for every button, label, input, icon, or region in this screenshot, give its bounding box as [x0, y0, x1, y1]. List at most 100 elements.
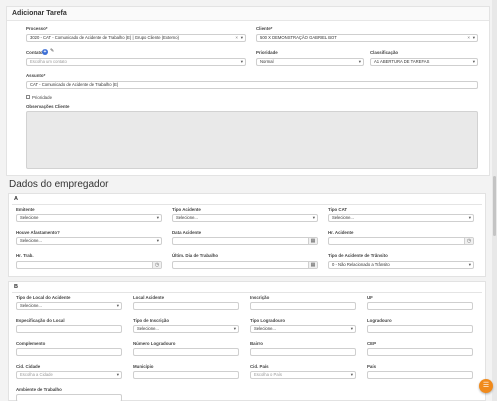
municipio-input[interactable] [133, 371, 239, 379]
logradouro-label: Logradouro [367, 318, 392, 323]
tipo-logradouro-select[interactable]: Selecione... ▾ [250, 325, 356, 333]
clear-icon[interactable]: × [235, 35, 238, 41]
tipo-cat-select[interactable]: Selecione... ▾ [328, 214, 474, 222]
calendar-icon[interactable]: ▦ [308, 262, 317, 268]
tipo-acidente-value: Selecione... [176, 215, 198, 220]
chevron-down-icon: ▾ [358, 59, 361, 64]
hr-acidente-label: Hr. Acidente [328, 230, 354, 235]
cid-pais-label: Cid. País [250, 364, 269, 369]
add-contact-icon[interactable]: + [42, 49, 48, 55]
classificacao-label: Classificação [370, 50, 399, 55]
ambiente-input[interactable] [16, 394, 122, 401]
ultim-dia-input[interactable]: ▦ [172, 261, 318, 269]
assunto-value: CAT - Comunicado de Acidente de Trabalho… [30, 82, 119, 87]
tipo-local-value: Selecione... [20, 303, 42, 308]
uf-input[interactable] [367, 302, 473, 310]
cliente-label: Cliente* [256, 26, 273, 31]
chevron-down-icon: ▾ [468, 215, 471, 220]
contato-placeholder: Escolha um contato [30, 59, 67, 64]
observacoes-label: Observações Cliente [26, 104, 70, 109]
prioridade-checkbox[interactable] [26, 95, 30, 99]
tipo-inscricao-value: Selecione... [137, 326, 159, 331]
cliente-select[interactable]: 500 X DEMONSTRAÇÃO GABRIEL BOT × ▾ [256, 34, 478, 42]
prioridade-value: Normal [260, 59, 274, 64]
cep-input[interactable] [367, 348, 473, 356]
tipo-acidente-label: Tipo Acidente [172, 207, 201, 212]
bairro-input[interactable] [250, 348, 356, 356]
card-b [8, 281, 486, 401]
chevron-down-icon: ▾ [472, 59, 475, 64]
cid-cidade-label: Cid. Cidade [16, 364, 41, 369]
assunto-label: Assunto* [26, 73, 46, 78]
assunto-input[interactable]: CAT - Comunicado de Acidente de Trabalho… [26, 81, 478, 89]
chevron-down-icon: ▾ [240, 35, 243, 40]
processo-value: 3020 - CAT - Comunicado de Acidente de T… [30, 35, 179, 40]
calendar-icon[interactable]: ▦ [308, 238, 317, 244]
tipo-acidente-select[interactable]: Selecione... ▾ [172, 214, 318, 222]
cid-pais-select[interactable]: Escolha o País ▾ [250, 371, 356, 379]
tipo-acidente-transito-value: 0 - Não Relacionado a Trânsito [332, 262, 390, 267]
hr-trab-label: Hr. Trab. [16, 253, 34, 258]
tipo-cat-value: Selecione... [332, 215, 354, 220]
especificacao-input[interactable] [16, 325, 122, 333]
hr-trab-input[interactable]: ◷ [16, 261, 162, 269]
chevron-down-icon: ▾ [116, 303, 119, 308]
inscricao-input[interactable] [250, 302, 356, 310]
chevron-down-icon: ▾ [156, 215, 159, 220]
emitente-value: Selecione [20, 215, 39, 220]
processo-select[interactable]: 3020 - CAT - Comunicado de Acidente de T… [26, 34, 246, 42]
houve-afastamento-label: Houve Afastamento? [16, 230, 60, 235]
menu-icon: ☰ [482, 382, 490, 389]
complemento-input[interactable] [16, 348, 122, 356]
data-acidente-label: Data Acidente [172, 230, 202, 235]
floating-menu-button[interactable]: ☰ [479, 379, 493, 393]
local-acidente-input[interactable] [133, 302, 239, 310]
prioridade-checkbox-label: Prioridade [32, 95, 53, 100]
cid-cidade-select[interactable]: Escolha a Cidade ▾ [16, 371, 122, 379]
especificacao-label: Especificação do Local [16, 318, 65, 323]
numero-logradouro-input[interactable] [133, 348, 239, 356]
chevron-down-icon: ▾ [350, 372, 353, 377]
chevron-down-icon: ▾ [472, 35, 475, 40]
emitente-label: Emitente [16, 207, 35, 212]
tipo-inscricao-label: Tipo de Inscrição [133, 318, 170, 323]
contato-label: Contato [26, 50, 43, 55]
scrollbar-thumb[interactable] [493, 176, 496, 236]
hr-acidente-input[interactable]: ◷ [328, 237, 474, 245]
clear-icon[interactable]: × [467, 35, 470, 41]
cliente-value: 500 X DEMONSTRAÇÃO GABRIEL BOT [260, 35, 337, 40]
classificacao-select[interactable]: A1 ABERTURA DE TAREFAS ▾ [370, 58, 478, 66]
bairro-label: Bairro [250, 341, 263, 346]
clock-icon[interactable]: ◷ [152, 262, 161, 268]
uf-label: UF [367, 295, 373, 300]
section-title: Dados do empregador [9, 179, 109, 190]
cep-label: CEP [367, 341, 377, 346]
tipo-local-select[interactable]: Selecione... ▾ [16, 302, 122, 310]
numero-logradouro-label: Número Logradouro [133, 341, 176, 346]
card-b-letter: B [14, 284, 18, 290]
observacoes-textarea[interactable] [26, 111, 478, 169]
clock-icon[interactable]: ◷ [464, 238, 473, 244]
tipo-acidente-transito-select[interactable]: 0 - Não Relacionado a Trânsito ▾ [328, 261, 474, 269]
tipo-cat-label: Tipo CAT [328, 207, 348, 212]
contato-select[interactable]: Escolha um contato ▾ [26, 58, 246, 66]
processo-label: Processo* [26, 26, 48, 31]
prioridade-select[interactable]: Normal ▾ [256, 58, 364, 66]
card-b-divider [12, 292, 482, 293]
chevron-down-icon: ▾ [233, 326, 236, 331]
pais-label: País [367, 364, 377, 369]
ambiente-label: Ambiente de Trabalho [16, 387, 62, 392]
cid-cidade-placeholder: Escolha a Cidade [20, 372, 53, 377]
houve-afastamento-select[interactable]: Selecione... ▾ [16, 237, 162, 245]
pencil-icon[interactable]: ✎ [50, 48, 54, 54]
tipo-inscricao-select[interactable]: Selecione... ▾ [133, 325, 239, 333]
logradouro-input[interactable] [367, 325, 473, 333]
local-acidente-label: Local Acidente [133, 295, 165, 300]
emitente-select[interactable]: Selecione ▾ [16, 214, 162, 222]
chevron-down-icon: ▾ [156, 238, 159, 243]
pais-input[interactable] [367, 371, 473, 379]
chevron-down-icon: ▾ [116, 372, 119, 377]
tipo-local-label: Tipo de Local do Acidente [16, 295, 71, 300]
tipo-acidente-transito-label: Tipo de Acidente de Trânsito [328, 253, 388, 258]
data-acidente-input[interactable]: ▦ [172, 237, 318, 245]
